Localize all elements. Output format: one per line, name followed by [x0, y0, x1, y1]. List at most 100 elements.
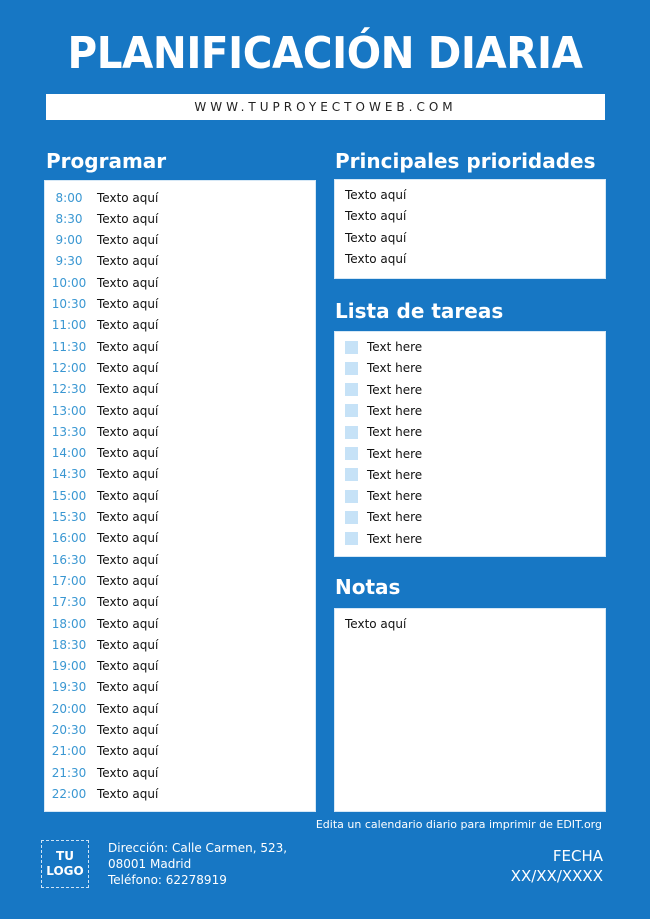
schedule-text[interactable]: Texto aquí [97, 531, 158, 545]
schedule-text[interactable]: Texto aquí [97, 361, 158, 375]
schedule-time: 16:00 [51, 531, 87, 546]
schedule-text[interactable]: Texto aquí [97, 276, 158, 290]
task-checkbox[interactable] [345, 510, 358, 524]
priority-item[interactable]: Texto aquí [345, 209, 406, 223]
schedule-time: 8:00 [55, 190, 83, 205]
schedule-row[interactable]: 13:00 Texto aquí [45, 400, 159, 421]
schedule-row[interactable]: 19:30 Texto aquí [45, 677, 159, 698]
task-checkbox[interactable] [345, 532, 358, 546]
schedule-row[interactable]: 9:00 Texto aquí [45, 230, 159, 251]
schedule-row[interactable]: 20:30 Texto aquí [45, 720, 159, 741]
schedule-text[interactable]: Texto aquí [97, 254, 158, 268]
schedule-text[interactable]: Texto aquí [97, 787, 158, 801]
schedule-row[interactable]: 14:00 Texto aquí [45, 443, 159, 464]
schedule-text[interactable]: Texto aquí [97, 318, 158, 332]
date-label: FECHA [552, 847, 603, 865]
schedule-row[interactable]: 18:00 Texto aquí [45, 613, 159, 634]
task-item[interactable]: Text here [345, 489, 422, 503]
schedule-time: 21:30 [51, 765, 87, 780]
schedule-time: 20:00 [51, 701, 87, 716]
priority-item[interactable]: Texto aquí [345, 252, 406, 266]
schedule-row[interactable]: 10:30 Texto aquí [45, 294, 159, 315]
schedule-text[interactable]: Texto aquí [97, 191, 158, 205]
task-checkbox[interactable] [345, 383, 358, 397]
schedule-row[interactable]: 21:00 Texto aquí [45, 741, 159, 762]
schedule-text[interactable]: Texto aquí [97, 659, 158, 673]
schedule-row[interactable]: 22:00 Texto aquí [45, 783, 159, 804]
task-checkbox[interactable] [345, 340, 358, 354]
schedule-text[interactable]: Texto aquí [97, 553, 158, 567]
schedule-row[interactable]: 17:00 Texto aquí [45, 570, 159, 591]
schedule-row[interactable]: 12:00 Texto aquí [45, 357, 159, 378]
schedule-text[interactable]: Texto aquí [97, 297, 158, 311]
schedule-text[interactable]: Texto aquí [97, 382, 158, 396]
task-checkbox[interactable] [345, 489, 358, 503]
schedule-title: Programar [46, 149, 167, 173]
address-block: Dirección: Calle Carmen, 523, 08001 Madr… [108, 840, 287, 888]
task-checkbox[interactable] [345, 447, 358, 460]
schedule-row[interactable]: 17:30 Texto aquí [45, 592, 159, 613]
task-checkbox[interactable] [345, 361, 358, 375]
task-item[interactable]: Text here [345, 532, 422, 546]
schedule-row[interactable]: 10:00 Texto aquí [45, 272, 159, 293]
schedule-row[interactable]: 19:00 Texto aquí [45, 656, 159, 677]
schedule-time: 11:30 [51, 339, 87, 354]
task-item[interactable]: Text here [345, 468, 422, 482]
schedule-row[interactable]: 15:30 Texto aquí [45, 507, 159, 528]
task-checkbox[interactable] [345, 468, 358, 482]
schedule-row[interactable]: 16:00 Texto aquí [45, 528, 159, 549]
schedule-text[interactable]: Texto aquí [97, 340, 158, 354]
date-value: XX/XX/XXXX [510, 867, 603, 885]
page-title: PLANIFICACIÓN DIARIA [67, 28, 583, 79]
schedule-text[interactable]: Texto aquí [97, 595, 158, 609]
schedule-text[interactable]: Texto aquí [97, 702, 158, 716]
task-checkbox[interactable] [345, 425, 358, 439]
schedule-row[interactable]: 13:30 Texto aquí [45, 421, 159, 442]
schedule-text[interactable]: Texto aquí [97, 467, 158, 481]
schedule-row[interactable]: 8:00 Texto aquí [45, 187, 159, 208]
schedule-text[interactable]: Texto aquí [97, 212, 158, 226]
task-item[interactable]: Text here [345, 425, 422, 439]
schedule-time: 21:00 [51, 744, 87, 759]
schedule-text[interactable]: Texto aquí [97, 425, 158, 439]
schedule-text[interactable]: Texto aquí [97, 233, 158, 247]
schedule-text[interactable]: Texto aquí [97, 446, 158, 460]
schedule-text[interactable]: Texto aquí [97, 744, 158, 758]
schedule-text[interactable]: Texto aquí [97, 404, 158, 418]
schedule-row[interactable]: 21:30 Texto aquí [45, 762, 159, 783]
schedule-text[interactable]: Texto aquí [97, 680, 158, 694]
task-label: Text here [367, 340, 423, 354]
task-item[interactable]: Text here [345, 340, 422, 354]
task-item[interactable]: Text here [345, 404, 422, 418]
schedule-text[interactable]: Texto aquí [97, 638, 158, 652]
schedule-text[interactable]: Texto aquí [97, 723, 158, 737]
schedule-row[interactable]: 11:30 Texto aquí [45, 336, 159, 357]
task-item[interactable]: Text here [345, 361, 422, 375]
task-label: Text here [367, 403, 423, 418]
schedule-row[interactable]: 14:30 Texto aquí [45, 464, 159, 485]
schedule-text[interactable]: Texto aquí [97, 489, 158, 503]
schedule-row[interactable]: 16:30 Texto aquí [45, 549, 159, 570]
notes-text[interactable]: Texto aquí [345, 617, 406, 631]
schedule-row[interactable]: 11:00 Texto aquí [45, 315, 159, 336]
schedule-text[interactable]: Texto aquí [97, 617, 158, 631]
schedule-row[interactable]: 15:00 Texto aquí [45, 485, 159, 506]
schedule-row[interactable]: 8:30 Texto aquí [45, 208, 159, 229]
schedule-row[interactable]: 12:30 Texto aquí [45, 379, 159, 400]
task-item[interactable]: Text here [345, 510, 422, 524]
schedule-row[interactable]: 20:00 Texto aquí [45, 698, 159, 719]
schedule-text[interactable]: Texto aquí [97, 766, 158, 780]
schedule-text[interactable]: Texto aquí [97, 510, 158, 524]
tasks-panel: Text here Text here Text here Text here Text… [334, 331, 606, 557]
priorities-title: Principales prioridades [335, 149, 596, 173]
phone: Teléfono: 62278919 [108, 873, 227, 887]
task-item[interactable]: Text here [345, 447, 422, 461]
notes-panel[interactable]: Texto aquí [334, 608, 606, 812]
schedule-row[interactable]: 18:30 Texto aquí [45, 634, 159, 655]
schedule-row[interactable]: 9:30 Texto aquí [45, 251, 159, 272]
task-checkbox[interactable] [345, 404, 358, 418]
priority-item[interactable]: Texto aquí [345, 188, 406, 202]
schedule-text[interactable]: Texto aquí [97, 574, 158, 588]
priority-item[interactable]: Texto aquí [345, 231, 406, 245]
task-item[interactable]: Text here [345, 383, 422, 397]
